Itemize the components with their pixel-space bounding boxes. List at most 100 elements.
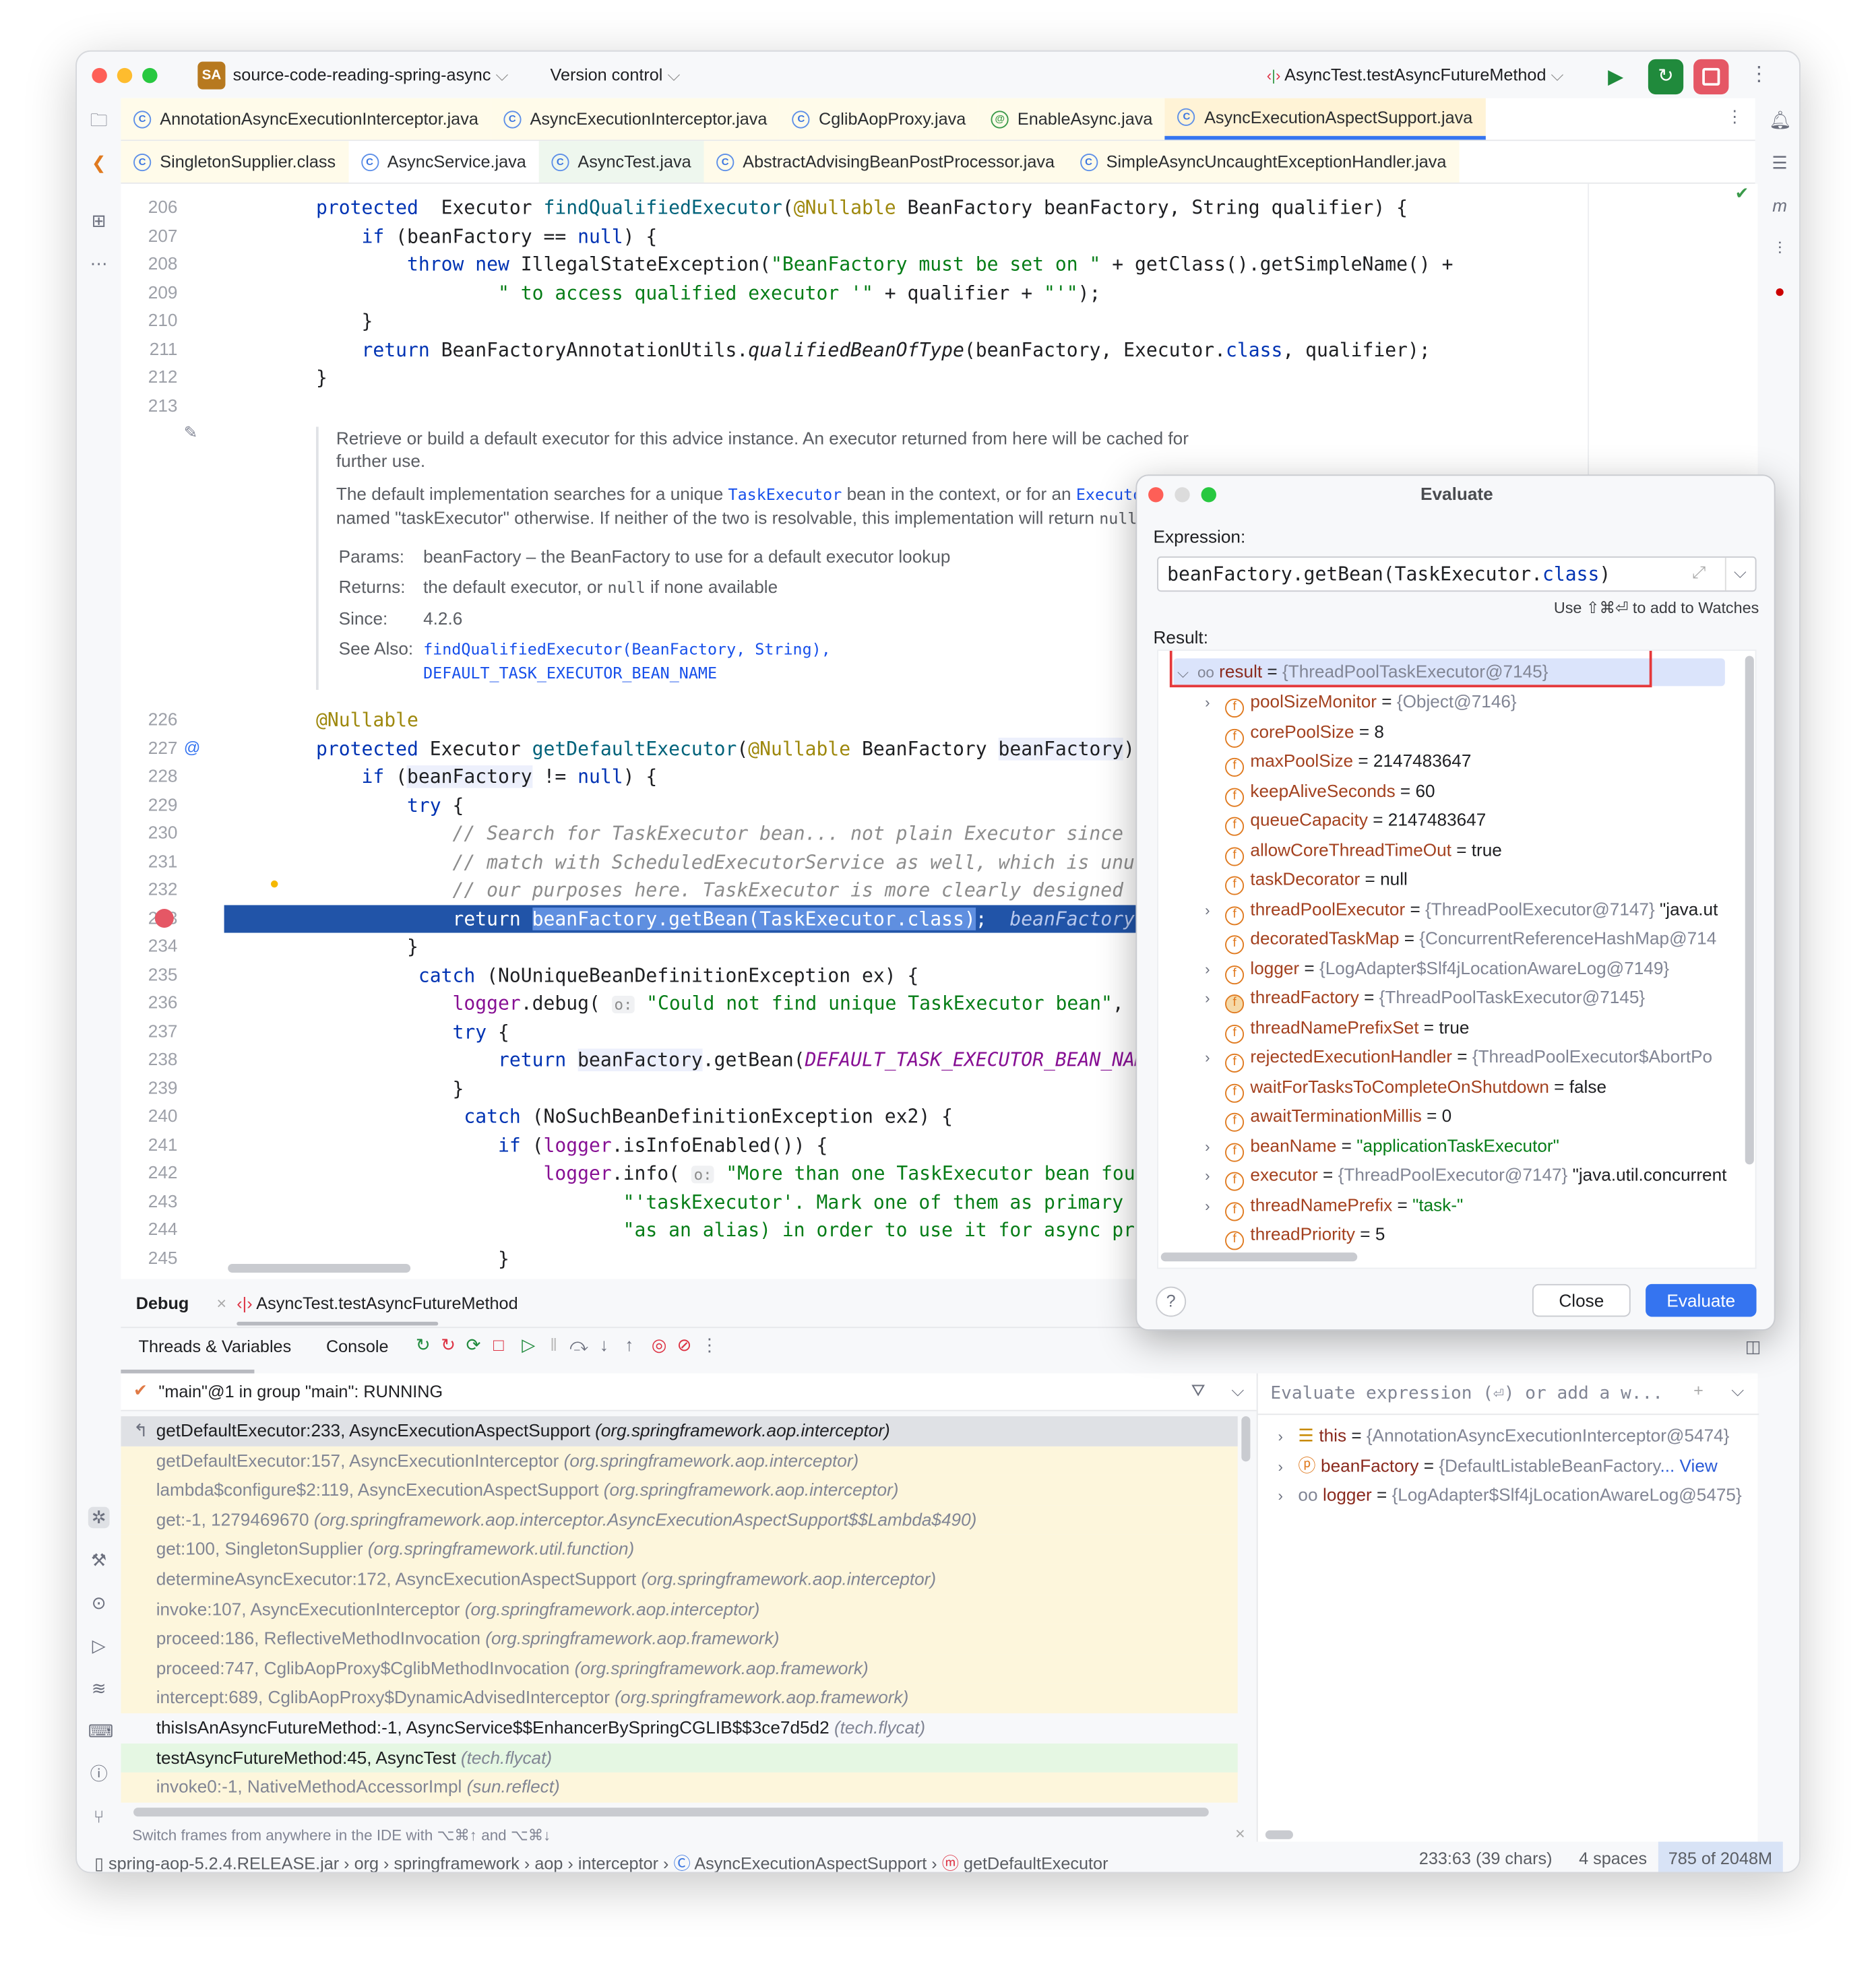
result-field-row[interactable]: f keepAliveSeconds = 60 [1205,776,1435,806]
chevron-right-icon[interactable]: › [1205,689,1225,718]
close-button[interactable]: Close [1532,1283,1631,1317]
variables-scrollbar[interactable] [1265,1830,1293,1839]
database-icon[interactable]: ☰ [1769,152,1790,174]
debug-session-tab[interactable]: ‹|› AsyncTest.testAsyncFutureMethod [237,1294,518,1313]
terminal-tool-icon[interactable]: ⌨ [88,1721,114,1742]
stack-frame[interactable]: invoke:107, AsyncExecutionInterceptor (o… [121,1594,1238,1624]
result-field-row[interactable]: f taskDecorator = null [1205,865,1408,895]
result-field-row[interactable]: › f poolSizeMonitor = {Object@7146} [1205,687,1517,718]
result-field-row[interactable]: › f executor = {ThreadPoolExecutor@7147} "… [1205,1161,1726,1192]
result-field-row[interactable]: › f threadFactory = {ThreadPoolTaskExecuto… [1205,983,1645,1014]
editor-tab[interactable]: C AnnotationAsyncExecutionInterceptor.jav… [121,98,491,140]
memory-indicator[interactable]: 785 of 2048M [1658,1841,1782,1872]
restart-icon[interactable]: ⟳ [461,1335,486,1356]
variable-row[interactable]: › oo logger = {LogAdapter$Slf4jLocationAwa… [1278,1480,1742,1510]
result-vertical-scrollbar[interactable] [1745,656,1754,1165]
build-tool-icon[interactable]: ⚒ [88,1550,110,1571]
expression-input[interactable]: beanFactory.getBean(TaskExecutor.class) … [1157,556,1757,592]
services-tool-icon[interactable]: ⊙ [88,1593,110,1614]
doc-see-link-1[interactable]: findQualifiedExecutor(BeanFactory, Strin… [423,639,831,658]
more-menu-icon[interactable]: ⋮ [1749,62,1769,87]
variable-row[interactable]: › ⓟ beanFactory = {DefaultListableBeanFact… [1278,1451,1718,1480]
git-tool-icon[interactable]: ⑂ [88,1806,110,1828]
close-window-button[interactable] [92,67,107,84]
result-field-row[interactable]: › f logger = {LogAdapter$Slf4jLocationAwar… [1205,953,1669,984]
project-selector[interactable]: source-code-reading-spring-async ⌵ [233,65,509,86]
add-watch-icon[interactable]: + [1693,1381,1703,1400]
structure-tool-icon[interactable]: ⊞ [88,210,110,232]
thread-selector[interactable]: ✔ "main"@1 in group "main": RUNNING ⛛ ⌵ [121,1373,1257,1411]
watch-expression-input[interactable]: Evaluate expression (⏎) or add a w... [1270,1383,1663,1403]
history-dropdown-icon[interactable]: ⌵ [1734,563,1747,583]
stack-frame[interactable]: ↰ getDefaultExecutor:233, AsyncExecutionA… [121,1416,1238,1446]
breadcrumb-item[interactable]: AsyncExecutionAspectSupport [694,1854,927,1872]
variable-row[interactable]: › ☰ this = {AnnotationAsyncExecutionInterc… [1278,1422,1730,1451]
stack-frame[interactable]: determineAsyncExecutor:172, AsyncExecuti… [121,1564,1238,1595]
result-field-row[interactable]: › f threadPoolExecutor = {ThreadPoolExecut… [1205,895,1718,925]
result-horizontal-scrollbar[interactable] [1160,1252,1358,1262]
chevron-right-icon[interactable]: › [1205,955,1225,984]
mute-breakpoints-icon[interactable]: ⊘ [672,1335,697,1356]
commit-tool-icon[interactable]: ❮ [88,152,110,174]
resume-icon[interactable]: ▷ [516,1335,541,1356]
stack-frame[interactable]: thisIsAnAsyncFutureMethod:-1, AsyncServi… [121,1713,1237,1743]
minimize-window-button[interactable] [117,67,133,84]
breadcrumb-item[interactable]: getDefaultExecutor [964,1854,1108,1872]
breadcrumb-item[interactable]: interceptor [578,1854,658,1872]
result-field-row[interactable]: f waitForTasksToCompleteOnShutdown = fals… [1205,1072,1606,1102]
close-session-icon[interactable]: × [216,1294,226,1313]
pause-icon[interactable]: ‖ [541,1335,566,1355]
stop-button[interactable] [1693,59,1729,95]
editor-tab[interactable]: C SingletonSupplier.class [121,141,348,183]
maximize-window-button[interactable] [142,67,158,84]
maven-icon[interactable]: m [1769,195,1790,217]
debug-tool-icon[interactable]: ✲ [88,1506,110,1529]
tab-threads-variables[interactable]: Threads & Variables [139,1337,292,1356]
breadcrumb-item[interactable]: aop [534,1854,563,1872]
result-field-row[interactable]: f maxPoolSize = 2147483647 [1205,746,1471,777]
stack-frame[interactable]: lambda$configure$2:119, AsyncExecutionAs… [121,1475,1238,1506]
overrides-icon[interactable]: @ [184,737,201,756]
breadcrumb-item[interactable]: org [354,1854,379,1872]
rerun-debug-button[interactable]: ↻ [1648,59,1684,95]
editor-tab[interactable]: C AbstractAdvisingBeanPostProcessor.java [704,141,1067,183]
chevron-right-icon[interactable]: › [1205,1162,1225,1192]
doc-link-taskexecutor[interactable]: TaskExecutor [728,484,842,503]
chevron-right-icon[interactable]: › [1278,1482,1299,1511]
doc-see-link-2[interactable]: DEFAULT_TASK_EXECUTOR_BEAN_NAME [423,664,717,682]
result-field-row[interactable]: f queueCapacity = 2147483647 [1205,806,1486,836]
intention-bulb-icon[interactable]: ● [270,874,280,893]
caret-position[interactable]: 233:63 (39 chars) [1419,1849,1553,1868]
run-config-selector[interactable]: ‹|› AsyncTest.testAsyncFutureMethod ⌵ [1267,65,1564,86]
breadcrumb-item[interactable]: springframework [394,1854,519,1872]
rerun-icon[interactable]: ↻ [410,1335,435,1356]
problems-tool-icon[interactable]: ⓘ [88,1764,110,1785]
stack-frame[interactable]: proceed:747, CglibAopProxy$CglibMethodIn… [121,1653,1238,1684]
dismiss-hint-icon[interactable]: × [1235,1824,1245,1843]
result-field-row[interactable]: › f threadNamePrefix = "task-" [1205,1190,1463,1221]
profiler-icon[interactable]: ⫶ [1769,238,1790,259]
editor-tab[interactable]: C CglibAopProxy.java [780,98,978,140]
vcs-selector[interactable]: Version control ⌵ [551,65,681,86]
stack-frame[interactable]: get:-1, 1279469670 (org.springframework.… [121,1505,1238,1535]
edit-doc-pencil-icon[interactable]: ✎ [184,423,197,443]
stack-frame[interactable]: intercept:689, CglibAopProxy$DynamicAdvi… [121,1683,1238,1713]
stack-frame[interactable]: invoke0:-1, NativeMethodAccessorImpl (su… [121,1773,1238,1803]
tabs-more-icon[interactable]: ⋮ [1726,107,1743,127]
more-icon[interactable]: ⋮ [697,1335,722,1356]
frames-horizontal-scrollbar[interactable] [133,1808,1209,1817]
step-over-icon[interactable]: ⤼ [566,1335,591,1356]
expand-icon[interactable]: ⤢ [1692,563,1706,583]
tab-console[interactable]: Console [326,1337,389,1356]
result-field-row[interactable]: f corePoolSize = 8 [1205,717,1384,747]
evaluate-button[interactable]: Evaluate [1646,1283,1757,1317]
step-into-icon[interactable]: ↓ [592,1335,617,1355]
layout-icon[interactable]: ◫ [1745,1337,1761,1357]
chevron-down-icon[interactable]: ⌵ [1731,1381,1744,1401]
chevron-right-icon[interactable]: › [1205,984,1225,1014]
filter-icon[interactable]: ⛛ [1191,1381,1206,1401]
result-field-row[interactable]: f decoratedTaskMap = {ConcurrentReference… [1205,924,1716,955]
project-tool-icon[interactable]: 🗀 [88,110,110,131]
step-out-icon[interactable]: ↑ [617,1335,642,1355]
rerun-failed-icon[interactable]: ↻ [436,1335,461,1356]
